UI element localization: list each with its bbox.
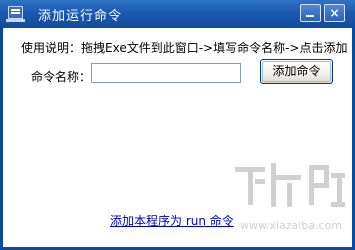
title-bar[interactable]: 添加运行命令 × bbox=[0, 0, 355, 28]
dialog-body: 使用说明：拖拽Exe文件到此窗口->填写命令名称->点击添加 命令名称： 添加命… bbox=[3, 28, 352, 247]
watermark-logo: www.xiazaiba.com bbox=[235, 163, 345, 232]
command-name-label: 命令名称： bbox=[31, 70, 92, 84]
minimize-button[interactable] bbox=[300, 4, 321, 22]
add-command-button[interactable]: 添加命令 bbox=[260, 59, 333, 84]
monitor-icon bbox=[8, 6, 23, 19]
add-run-command-link[interactable]: 添加本程序为 run 命令 bbox=[110, 212, 234, 229]
instruction-text: 使用说明：拖拽Exe文件到此窗口->填写命令名称->点击添加 bbox=[21, 41, 348, 55]
app-window: 添加运行命令 × 使用说明：拖拽Exe文件到此窗口->填写命令名称->点击添加 … bbox=[0, 0, 355, 250]
window-title: 添加运行命令 bbox=[38, 9, 123, 24]
close-icon: × bbox=[329, 6, 340, 20]
monitor-stand-icon bbox=[6, 19, 25, 22]
watermark-url: www.xiazaiba.com bbox=[240, 219, 342, 232]
close-button[interactable]: × bbox=[324, 4, 345, 22]
command-name-input[interactable] bbox=[91, 63, 241, 83]
minimize-icon bbox=[306, 15, 314, 17]
